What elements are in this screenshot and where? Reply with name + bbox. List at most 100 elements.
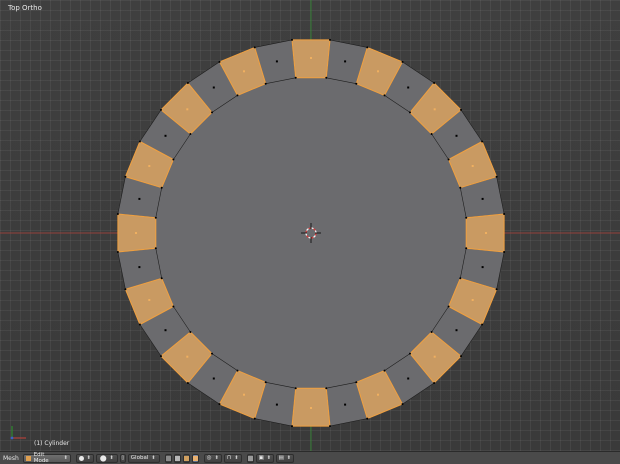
view3d-header: Mesh Edit Mode ⬍ ⬍ ⬤ ⬍ ▯ Global ⬍ ◎ ⬍ ⊓ … — [0, 451, 620, 464]
mesh-vertex[interactable] — [160, 355, 162, 358]
mesh-vertex[interactable] — [401, 403, 404, 406]
face-dot — [407, 377, 410, 380]
mesh-vertex[interactable] — [433, 382, 436, 384]
face-dot — [310, 407, 312, 409]
mesh-vertex[interactable] — [355, 381, 358, 384]
mesh-vertex[interactable] — [503, 251, 506, 253]
chevron-updown-icon: ⬍ — [266, 455, 271, 461]
mesh-vertex[interactable] — [481, 140, 484, 143]
mesh-vertex[interactable] — [459, 277, 462, 280]
edge-select-icon — [183, 455, 189, 461]
face-dot — [344, 60, 347, 63]
vertex-select-icon — [174, 455, 180, 461]
mesh-vertex[interactable] — [160, 186, 163, 189]
mesh-vertex[interactable] — [189, 133, 192, 135]
solid-shading-icon — [78, 455, 84, 461]
mesh-vertex[interactable] — [503, 213, 506, 215]
mesh-vertex[interactable] — [409, 352, 411, 355]
edge-select-button[interactable] — [182, 453, 190, 463]
mesh-vertex[interactable] — [460, 355, 462, 358]
transform-orientation-dropdown[interactable]: Global ⬍ — [127, 453, 160, 463]
mesh-vertex[interactable] — [409, 111, 411, 114]
mesh-vertex[interactable] — [116, 213, 119, 215]
mesh-vertex[interactable] — [160, 108, 162, 111]
edit-mode-icon — [25, 455, 31, 461]
mesh-vertex[interactable] — [329, 38, 331, 41]
mesh-vertex[interactable] — [460, 108, 462, 111]
scene-canvas[interactable] — [0, 0, 620, 451]
mesh-vertex[interactable] — [211, 111, 213, 114]
mesh-vertex[interactable] — [294, 76, 297, 79]
mesh-vertex[interactable] — [447, 158, 450, 161]
mesh-vertex[interactable] — [383, 369, 386, 372]
mesh-vertex[interactable] — [236, 94, 239, 97]
view-label: Top Ortho — [8, 4, 42, 12]
mesh-vertex[interactable] — [383, 94, 386, 97]
face-dot — [433, 355, 436, 358]
mesh-vertex[interactable] — [481, 323, 484, 326]
mode-dropdown[interactable]: Edit Mode ⬍ — [22, 452, 71, 464]
mesh-vertex[interactable] — [325, 387, 328, 390]
mesh-vertex[interactable] — [172, 158, 175, 161]
manipulator-toggle-button[interactable]: ▯ — [119, 453, 126, 463]
mesh-vertex[interactable] — [495, 175, 498, 178]
mesh-vertex[interactable] — [447, 305, 450, 308]
mesh-vertex[interactable] — [291, 425, 293, 428]
proportional-edit-dropdown[interactable]: ◎ ⬍ — [203, 453, 222, 463]
mesh-vertex[interactable] — [291, 38, 293, 41]
mesh-vertex[interactable] — [366, 417, 369, 420]
layer-button[interactable] — [164, 453, 172, 463]
mesh-vertex[interactable] — [253, 46, 256, 49]
snap-element-dropdown[interactable]: ⊓ ⬍ — [223, 453, 242, 463]
mesh-vertex[interactable] — [186, 82, 189, 84]
mesh-vertex[interactable] — [366, 46, 369, 49]
mesh-vertex[interactable] — [154, 216, 157, 219]
3d-viewport[interactable]: Top Ortho (1) Cylinder — [0, 0, 620, 451]
orientation-label: Global — [130, 455, 149, 461]
mesh-vertex[interactable] — [211, 352, 213, 355]
mesh-vertex[interactable] — [459, 186, 462, 189]
mesh-vertex[interactable] — [154, 247, 157, 250]
mesh-vertex[interactable] — [433, 82, 436, 84]
mesh-vertex[interactable] — [355, 82, 358, 85]
mesh-vertex[interactable] — [329, 425, 331, 428]
mesh-vertex[interactable] — [236, 369, 239, 372]
mesh-vertex[interactable] — [218, 403, 221, 406]
render-preview-button[interactable]: ▣ ⬍ — [255, 453, 274, 463]
mesh-vertex[interactable] — [401, 60, 404, 63]
mesh-vertex[interactable] — [264, 381, 267, 384]
mesh-vertex[interactable] — [116, 251, 119, 253]
mesh-vertex[interactable] — [160, 277, 163, 280]
mesh-vertex[interactable] — [124, 288, 127, 291]
editor-menu-mesh[interactable]: Mesh — [3, 455, 19, 462]
face-select-button[interactable] — [191, 453, 199, 463]
snap-target-button[interactable] — [246, 453, 254, 463]
opengl-render-button[interactable]: ▤ ⬍ — [275, 453, 294, 463]
mesh-vertex[interactable] — [253, 417, 256, 420]
mesh-vertex[interactable] — [138, 323, 141, 326]
pivot-point-dropdown[interactable]: ⬤ ⬍ — [95, 453, 118, 463]
mesh-vertex[interactable] — [124, 175, 127, 178]
mesh-vertex[interactable] — [264, 82, 267, 85]
mesh-vertex[interactable] — [138, 140, 141, 143]
viewport-shading-dropdown[interactable]: ⬍ — [75, 453, 94, 463]
vertex-select-button[interactable] — [173, 453, 181, 463]
face-dot — [135, 232, 137, 234]
mesh-vertex[interactable] — [189, 331, 192, 333]
mesh-vertex[interactable] — [218, 60, 221, 63]
mesh-vertex[interactable] — [186, 382, 189, 384]
magnet-icon: ⊓ — [227, 455, 232, 461]
face-dot — [310, 57, 312, 59]
face-dot — [377, 393, 379, 396]
mesh-vertex[interactable] — [294, 387, 297, 390]
mesh-vertex[interactable] — [465, 216, 468, 219]
face-dot — [455, 329, 458, 332]
axis-gizmo-icon — [10, 426, 26, 440]
mesh-vertex[interactable] — [430, 331, 433, 333]
face-dot — [212, 377, 215, 380]
mesh-vertex[interactable] — [465, 247, 468, 250]
mesh-vertex[interactable] — [495, 288, 498, 291]
mesh-vertex[interactable] — [172, 305, 175, 308]
mesh-vertex[interactable] — [430, 133, 433, 135]
mesh-vertex[interactable] — [325, 76, 328, 79]
